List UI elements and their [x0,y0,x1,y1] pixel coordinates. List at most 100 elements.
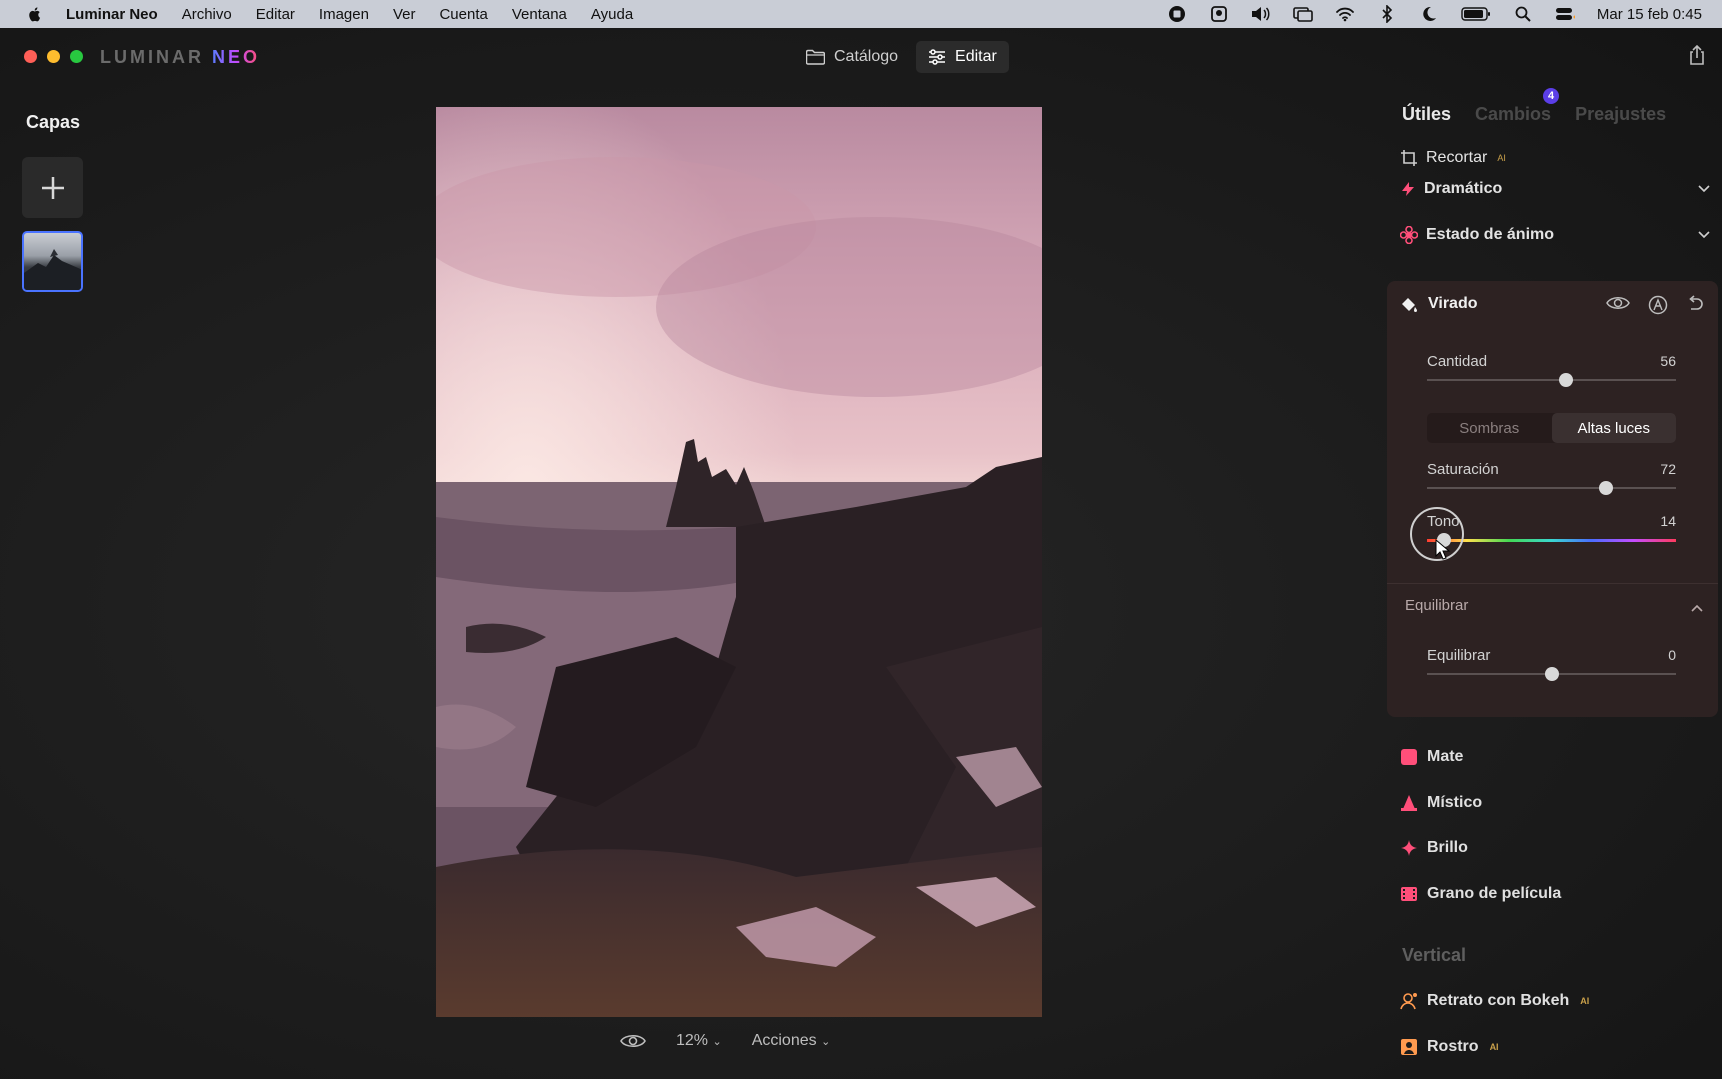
ai-tag: AI [1580,996,1590,1006]
toning-title: Virado [1428,295,1478,312]
segment-shadows[interactable]: Sombras [1427,413,1552,443]
window-controls [24,50,83,63]
chevron-down-icon: ⌄ [821,1036,831,1048]
saturation-track[interactable] [1427,487,1676,489]
logo-text-neo: NEO [212,47,261,67]
layer-thumbnail[interactable] [22,231,83,292]
tool-dramatic[interactable]: Dramático [1400,180,1710,198]
tool-mystic[interactable]: Místico [1400,794,1482,812]
logo-text-luminar: LUMINAR [100,47,204,67]
top-navigation: Catálogo Editar [794,41,1009,73]
volume-icon[interactable] [1251,5,1271,23]
panel-tabs: Útiles Cambios 4 Preajustes [1402,88,1666,125]
saturation-slider[interactable]: Saturación 72 [1427,461,1676,495]
tool-mystic-label: Místico [1427,794,1483,811]
amount-slider[interactable]: Cantidad 56 [1427,353,1676,387]
tab-changes-label: Cambios [1475,104,1552,124]
crop-icon [1401,150,1417,166]
matte-square-icon [1401,749,1417,765]
film-strip-icon [1401,887,1417,901]
balance-section-header[interactable]: Equilibrar [1405,597,1468,614]
zoom-dropdown[interactable]: 12% ⌄ [676,1032,722,1050]
close-window-button[interactable] [24,50,37,63]
minimize-window-button[interactable] [47,50,60,63]
actions-dropdown[interactable]: Acciones ⌄ [752,1032,831,1050]
balance-value: 0 [1668,647,1676,663]
tool-glow-label: Brillo [1427,839,1468,856]
menu-bar: Luminar Neo Archivo Editar Imagen Ver Cu… [0,0,1722,28]
saturation-knob[interactable] [1599,481,1614,495]
tool-face[interactable]: Rostro AI [1400,1038,1499,1056]
preview-eye-icon[interactable] [620,1033,646,1049]
do-not-disturb-icon[interactable] [1419,5,1439,23]
zoom-window-button[interactable] [70,50,83,63]
balance-knob[interactable] [1544,667,1559,681]
spotlight-search-icon[interactable] [1513,5,1533,23]
ai-tag: AI [1497,153,1506,163]
screen-record-icon[interactable] [1167,5,1187,23]
section-divider [1387,583,1718,584]
screen-mirroring-icon[interactable] [1293,5,1313,23]
tone-range-segmented-control: Sombras Altas luces [1427,413,1676,443]
tool-glow[interactable]: Brillo [1400,839,1468,857]
apple-icon[interactable] [26,5,44,23]
menu-ventana[interactable]: Ventana [512,6,567,23]
tool-matte[interactable]: Mate [1400,748,1463,766]
wifi-icon[interactable] [1335,5,1355,23]
balance-label: Equilibrar [1427,647,1491,664]
share-icon[interactable] [1688,44,1706,70]
menu-ver[interactable]: Ver [393,6,416,23]
balance-slider[interactable]: Equilibrar 0 [1427,647,1676,681]
folder-icon [806,49,825,65]
saturation-label: Saturación [1427,461,1499,478]
toning-header[interactable]: Virado [1399,295,1478,313]
menubar-clock[interactable]: Mar 15 feb 0:45 [1597,6,1702,23]
tool-matte-label: Mate [1427,748,1464,765]
tab-presets[interactable]: Preajustes [1575,104,1666,125]
tool-crop-label: Recortar [1426,149,1488,166]
tool-face-label: Rostro [1427,1038,1479,1055]
amount-knob[interactable] [1559,373,1574,387]
chevron-down-icon[interactable] [1697,184,1711,194]
tool-mood[interactable]: Estado de ánimo [1400,226,1710,244]
amount-value: 56 [1660,353,1676,369]
segment-highlights[interactable]: Altas luces [1551,413,1676,443]
tool-film-grain[interactable]: Grano de película [1400,885,1561,903]
app-logo: LUMINAR NEO [100,47,260,68]
bluetooth-icon[interactable] [1377,5,1397,23]
tool-crop[interactable]: Recortar AI [1400,149,1506,167]
control-center-icon[interactable] [1555,5,1575,23]
tab-changes[interactable]: Cambios 4 [1475,88,1560,125]
reset-undo-icon[interactable] [1686,295,1704,313]
battery-icon[interactable] [1461,5,1491,23]
tool-dramatic-label: Dramático [1424,180,1503,197]
menu-imagen[interactable]: Imagen [319,6,369,23]
visibility-eye-icon[interactable] [1606,295,1630,311]
amount-track[interactable] [1427,379,1676,381]
accessibility-icon[interactable] [1209,5,1229,23]
chevron-down-icon: ⌄ [712,1036,722,1048]
tool-bokeh-portrait[interactable]: Retrato con Bokeh AI [1400,992,1589,1010]
tab-catalog[interactable]: Catálogo [794,41,910,73]
ai-tag: AI [1489,1042,1499,1052]
menu-editar[interactable]: Editar [256,6,295,23]
mask-icon[interactable] [1648,295,1668,315]
zoom-value: 12% [676,1032,709,1049]
hue-track[interactable] [1427,539,1676,542]
sliders-icon [929,49,946,65]
menu-archivo[interactable]: Archivo [182,6,232,23]
add-layer-button[interactable] [22,157,83,218]
hue-slider[interactable]: Tono 14 [1427,513,1676,547]
photo-canvas[interactable] [436,107,1042,1017]
mood-flower-icon [1400,226,1418,244]
amount-label: Cantidad [1427,353,1488,370]
chevron-down-icon[interactable] [1697,230,1711,240]
portrait-person-icon [1400,993,1417,1010]
menu-ayuda[interactable]: Ayuda [591,6,633,23]
menu-cuenta[interactable]: Cuenta [439,6,487,23]
actions-label: Acciones [751,1032,817,1049]
menu-app-name[interactable]: Luminar Neo [66,6,158,23]
chevron-up-icon[interactable] [1690,603,1704,613]
tab-useful[interactable]: Útiles [1402,104,1451,125]
tab-edit[interactable]: Editar [916,41,1009,73]
